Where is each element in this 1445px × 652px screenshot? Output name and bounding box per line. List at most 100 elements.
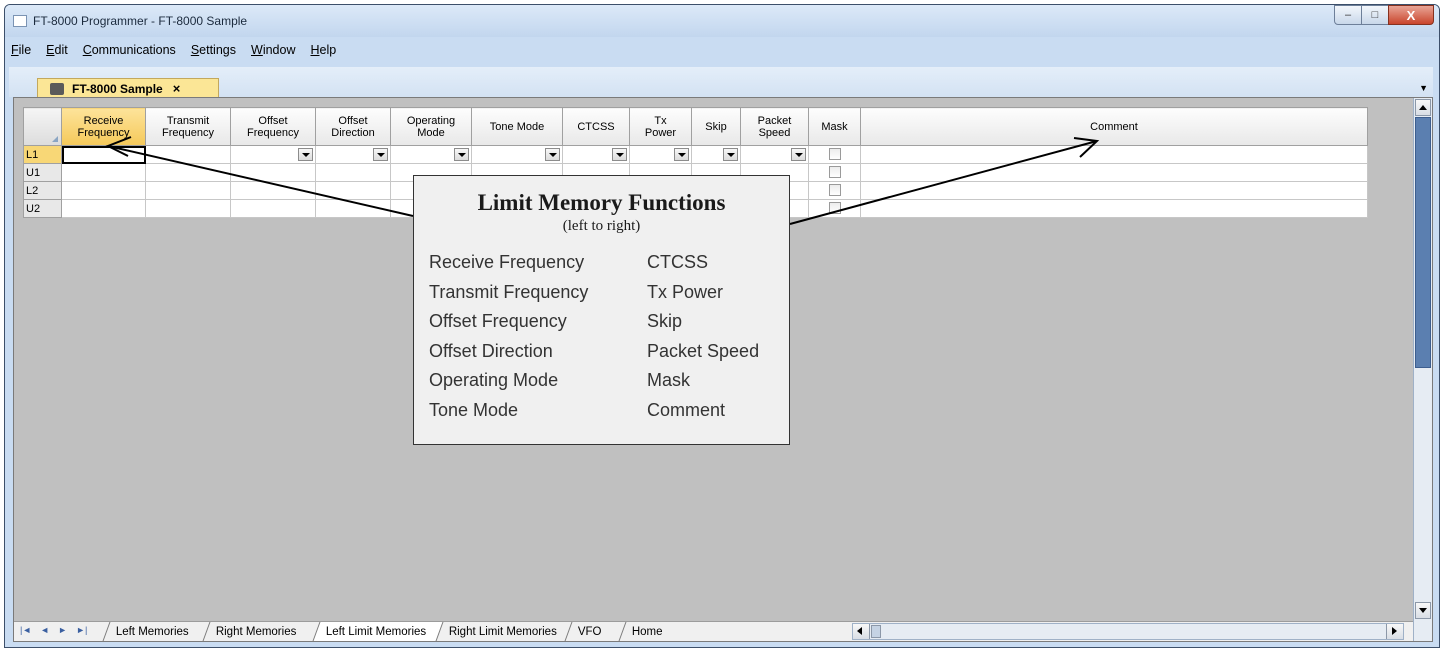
column-header[interactable]: Receive Frequency: [61, 107, 146, 146]
dropdown-arrow-icon[interactable]: [723, 148, 738, 161]
column-header[interactable]: Comment: [860, 107, 1368, 146]
scroll-down-icon[interactable]: [1415, 602, 1431, 619]
grid-cell[interactable]: [230, 163, 316, 182]
scroll-up-icon[interactable]: [1415, 99, 1431, 116]
column-header[interactable]: Mask: [808, 107, 861, 146]
column-header[interactable]: Tx Power: [629, 107, 692, 146]
next-sheet-icon[interactable]: ►: [58, 625, 67, 635]
tab-list-dropdown-icon[interactable]: ▼: [1419, 83, 1428, 93]
menu-help[interactable]: Help: [310, 43, 336, 63]
grid-cell[interactable]: [230, 145, 316, 164]
grid-cell[interactable]: [61, 199, 146, 218]
prev-sheet-icon[interactable]: ◄: [40, 625, 49, 635]
column-header-line1: Packet: [757, 114, 792, 127]
grid-cell[interactable]: [808, 199, 861, 218]
column-header[interactable]: Tone Mode: [471, 107, 563, 146]
dropdown-arrow-icon[interactable]: [612, 148, 627, 161]
grid-cell[interactable]: [808, 145, 861, 164]
grid-cell[interactable]: [691, 145, 741, 164]
grid-cell[interactable]: [315, 163, 391, 182]
row-header[interactable]: U2: [23, 199, 62, 218]
dropdown-arrow-icon[interactable]: [674, 148, 689, 161]
grid-cell[interactable]: [230, 181, 316, 200]
mask-checkbox[interactable]: [828, 202, 841, 214]
grid-cell[interactable]: [145, 181, 231, 200]
sheet-tab[interactable]: VFO: [564, 622, 626, 641]
scroll-left-icon[interactable]: [853, 624, 870, 639]
window-title: FT-8000 Programmer - FT-8000 Sample: [33, 14, 248, 28]
grid-cell[interactable]: [860, 181, 1368, 200]
callout-function-item: Tone Mode: [429, 399, 519, 420]
sheet-tab[interactable]: Home: [618, 622, 678, 641]
dropdown-arrow-icon[interactable]: [373, 148, 388, 161]
grid-cell[interactable]: [315, 181, 391, 200]
vertical-scroll-thumb[interactable]: [1415, 117, 1431, 368]
column-header-line1: Comment: [1090, 120, 1138, 133]
select-all-corner[interactable]: [23, 107, 62, 146]
mask-checkbox[interactable]: [828, 184, 841, 196]
grid-cell[interactable]: [145, 163, 231, 182]
horizontal-scroll-thumb[interactable]: [871, 625, 881, 638]
menu-window[interactable]: Window: [251, 43, 295, 63]
tab-close-icon[interactable]: ×: [173, 81, 181, 96]
dropdown-arrow-icon[interactable]: [791, 148, 806, 161]
grid-cell[interactable]: [808, 181, 861, 200]
grid-cell[interactable]: [860, 145, 1368, 164]
column-header[interactable]: Transmit Frequency: [145, 107, 231, 146]
grid-cell[interactable]: [808, 163, 861, 182]
menu-file[interactable]: File: [11, 43, 31, 63]
grid-cell[interactable]: [230, 199, 316, 218]
row-header[interactable]: L2: [23, 181, 62, 200]
grid-cell[interactable]: [390, 145, 472, 164]
grid-cell[interactable]: [315, 199, 391, 218]
column-header[interactable]: Skip: [691, 107, 741, 146]
mask-checkbox[interactable]: [828, 166, 841, 178]
grid-cell[interactable]: [860, 199, 1368, 218]
document-tab-strip: FT-8000 Sample × ▼: [9, 67, 1433, 98]
maximize-button[interactable]: □: [1361, 5, 1389, 25]
grid-cell[interactable]: [315, 145, 391, 164]
minimize-button[interactable]: –: [1334, 5, 1362, 25]
first-sheet-icon[interactable]: |◄: [20, 625, 31, 635]
grid-cell[interactable]: [61, 181, 146, 200]
callout-function-item: Receive Frequency: [429, 252, 585, 272]
row-header[interactable]: U1: [23, 163, 62, 182]
menu-label-rest: ile: [18, 43, 32, 57]
grid-cell[interactable]: [860, 163, 1368, 182]
grid-cell[interactable]: [740, 145, 809, 164]
close-icon: X: [1406, 7, 1416, 23]
column-header[interactable]: Offset Direction: [315, 107, 391, 146]
close-button[interactable]: X: [1388, 5, 1434, 25]
dropdown-arrow-icon[interactable]: [454, 148, 469, 161]
column-header[interactable]: Packet Speed: [740, 107, 809, 146]
column-header[interactable]: CTCSS: [562, 107, 630, 146]
horizontal-scrollbar[interactable]: [852, 623, 1404, 640]
column-header[interactable]: Operating Mode: [390, 107, 472, 146]
grid-cell[interactable]: [562, 145, 630, 164]
menu-edit[interactable]: Edit: [46, 43, 68, 63]
grid-cell[interactable]: [145, 199, 231, 218]
menu-communications[interactable]: Communications: [83, 43, 176, 63]
menu-settings[interactable]: Settings: [191, 43, 236, 63]
mask-checkbox[interactable]: [828, 148, 841, 160]
vertical-scrollbar[interactable]: [1413, 98, 1432, 641]
sheet-tab-label: Right Memories: [216, 625, 297, 638]
column-header[interactable]: Offset Frequency: [230, 107, 316, 146]
dropdown-arrow-icon[interactable]: [298, 148, 313, 161]
sheet-tab[interactable]: Right Limit Memories: [435, 622, 572, 641]
grid-cell[interactable]: [61, 145, 146, 164]
dropdown-arrow-icon[interactable]: [545, 148, 560, 161]
sheet-tab[interactable]: Left Memories: [102, 622, 210, 641]
sheet-tab[interactable]: Left Limit Memories: [312, 622, 443, 641]
grid-cell[interactable]: [629, 145, 692, 164]
scroll-right-icon[interactable]: [1386, 624, 1403, 639]
last-sheet-icon[interactable]: ►|: [76, 625, 87, 635]
sheet-tab[interactable]: Right Memories: [202, 622, 320, 641]
callout-list-left: Receive Frequency Transmit Frequency Offse…: [429, 248, 588, 425]
document-tab[interactable]: FT-8000 Sample ×: [37, 78, 219, 98]
grid-cell[interactable]: [145, 145, 231, 164]
row-header[interactable]: L1: [23, 145, 62, 164]
document-tab-label: FT-8000 Sample: [72, 81, 163, 96]
grid-cell[interactable]: [61, 163, 146, 182]
grid-cell[interactable]: [471, 145, 563, 164]
